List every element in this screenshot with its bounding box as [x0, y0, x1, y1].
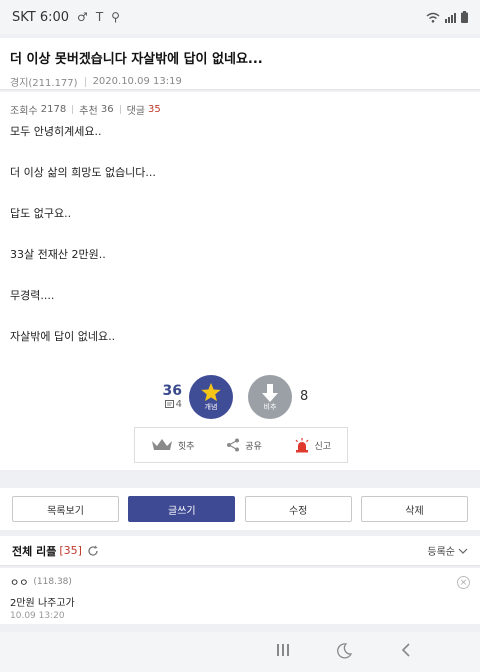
upvote-label: 개념: [204, 403, 218, 411]
fixed-count: 4: [158, 399, 182, 410]
replies-header: 전체 리플 [35] 등록순: [0, 536, 480, 566]
up-vote-counts: 36 4: [158, 383, 182, 410]
comments-label: 댓글: [126, 106, 145, 117]
sort-dropdown[interactable]: 등록순: [427, 543, 468, 558]
delete-button[interactable]: 삭제: [360, 496, 468, 522]
report-button[interactable]: 신고: [294, 437, 332, 453]
chevron-down-icon: [458, 548, 468, 554]
post-paragraph: 더 이상 삶의 희망도 없습니다...: [10, 166, 156, 179]
edit-button[interactable]: 수정: [244, 496, 352, 522]
recommend-count: 36: [100, 104, 114, 115]
post-paragraph: 자살밖에 답이 없네요..: [10, 330, 116, 343]
post-datetime: 2020.10.09 13:19: [92, 76, 182, 87]
post-author[interactable]: 경지(211.177): [10, 74, 78, 89]
first-button[interactable]: 힛추: [151, 438, 195, 452]
meta-divider: [84, 76, 86, 87]
upvote-button[interactable]: 개념: [189, 375, 233, 419]
sort-label: 등록순: [427, 547, 455, 558]
gender-icon: ♂: [77, 10, 88, 24]
replies-title: 전체 리플: [12, 544, 57, 558]
reply-item: ㅇㅇ (118.38) 2만원 나주고가 10.09 13:20 ×: [0, 568, 480, 624]
up-vote-count: 36: [162, 383, 182, 399]
board-buttons: 목록보기 글쓰기 수정 삭제: [0, 488, 480, 530]
count-divider: [72, 105, 74, 114]
post-paragraph: 모두 안녕히계세요..: [10, 125, 102, 138]
reply-author[interactable]: ㅇㅇ: [10, 574, 28, 589]
star-icon: [201, 382, 221, 402]
post-title: 더 이상 못버겠습니다 자살밖에 답이 없네요...: [10, 52, 263, 67]
down-arrow-icon: [262, 383, 278, 402]
navigation-bar: [0, 632, 480, 672]
views-count: 2178: [40, 104, 67, 115]
action-bar: 힛추 공유 신고: [134, 427, 348, 463]
report-label: 신고: [314, 441, 332, 452]
fixed-count-value: 4: [175, 399, 182, 410]
recommend-label: 추천: [79, 106, 98, 117]
post-counts: 조회수 2178 추천 36 댓글 35: [10, 102, 470, 117]
tesla-icon: T: [95, 10, 104, 24]
close-icon[interactable]: ×: [457, 576, 470, 589]
wifi-icon: [426, 12, 440, 23]
down-vote-count: 8: [300, 389, 309, 404]
status-bar: SKT 6:00 ♂ T ⚲: [0, 0, 480, 34]
recent-apps-icon[interactable]: [276, 643, 290, 657]
downvote-label: 비추: [263, 402, 277, 411]
post-paragraph: 33살 전재산 2만원..: [10, 248, 106, 261]
carrier-time: SKT 6:00: [12, 9, 70, 25]
battery-icon: [461, 11, 468, 23]
views-label: 조회수: [10, 106, 38, 117]
vote-area: 36 4 개념 비추 8: [0, 375, 480, 423]
reply-author-row: ㅇㅇ (118.38): [10, 574, 470, 590]
post-header: 더 이상 못버겠습니다 자살밖에 답이 없네요... 경지(211.177) 2…: [0, 38, 480, 90]
share-icon: [227, 438, 240, 452]
share-button[interactable]: 공유: [226, 438, 262, 452]
reply-text: 2만원 나주고가: [10, 598, 75, 609]
list-button[interactable]: 목록보기: [12, 496, 119, 522]
post-paragraph: 답도 없구요..: [10, 207, 72, 220]
reply-ip: (118.38): [33, 576, 72, 587]
share-label: 공유: [245, 441, 262, 452]
downvote-button[interactable]: 비추: [248, 375, 292, 419]
write-button[interactable]: 글쓰기: [128, 496, 236, 522]
first-label: 힛추: [177, 441, 195, 452]
post-paragraph: 무경력....: [10, 289, 55, 302]
replies-count: [35]: [59, 544, 82, 557]
signal-icon: [445, 12, 456, 23]
refresh-icon[interactable]: [87, 545, 99, 557]
usb-icon: ⚲: [111, 10, 120, 24]
comments-count: 35: [147, 104, 161, 115]
count-divider: [119, 105, 121, 114]
moon-icon[interactable]: [336, 643, 352, 659]
post-content: 모두 안녕히계세요.. 더 이상 삶의 희망도 없습니다... 답도 없구요..…: [10, 125, 470, 344]
siren-icon: [295, 437, 308, 452]
reply-date: 10.09 13:20: [10, 611, 65, 621]
post-meta: 경지(211.177) 2020.10.09 13:19: [10, 74, 470, 89]
back-icon[interactable]: [400, 643, 412, 657]
crown-icon: [151, 439, 172, 450]
fixed-icon: [164, 400, 174, 408]
